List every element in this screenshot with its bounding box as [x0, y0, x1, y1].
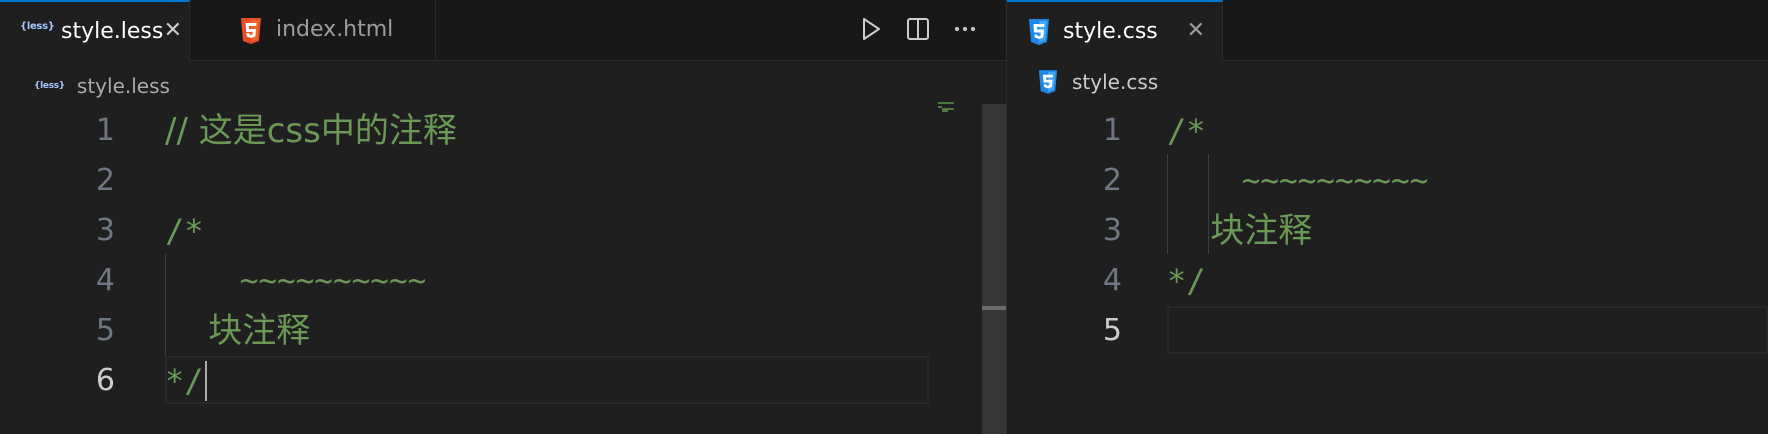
code-line: 3 /*: [0, 206, 1006, 256]
run-icon[interactable]: [856, 14, 886, 44]
minimap[interactable]: [938, 102, 956, 114]
tab-label: style.less: [61, 19, 164, 44]
code-line: 6 */: [0, 356, 1006, 406]
code-line: 2 ~~~~~~~~~~: [1007, 156, 1768, 206]
code-editor[interactable]: 1 // 这是css中的注释 2 3 /* 4 ~~~~~~~~~~ 5 块注释…: [0, 104, 1006, 434]
breadcrumb-item-file[interactable]: style.css: [1038, 70, 1158, 94]
code-line: 3 块注释: [1007, 206, 1768, 256]
code-text: /*: [165, 212, 204, 250]
left-editor-group: {less} style.less ✕ index.html {less} st…: [0, 0, 1006, 434]
code-text: */: [1167, 262, 1206, 300]
code-line: 4 */: [1007, 256, 1768, 306]
tab-index-html[interactable]: index.html: [216, 0, 436, 61]
tab-label: index.html: [276, 17, 394, 42]
code-line: 4 ~~~~~~~~~~: [0, 256, 1006, 306]
css3-icon: [1029, 19, 1049, 45]
code-line: 1 // 这是css中的注释: [0, 106, 1006, 156]
breadcrumb-item-file[interactable]: {less} style.less: [34, 74, 170, 98]
line-number: 1: [95, 113, 115, 148]
editor-actions: [850, 0, 1000, 61]
line-number: 3: [95, 213, 115, 248]
tab-style-css[interactable]: style.css ✕: [1007, 0, 1223, 62]
code-text: ~~~~~~~~~~: [1167, 163, 1429, 199]
indent-guide: [1208, 154, 1209, 254]
breadcrumb-label: style.less: [76, 74, 170, 98]
code-text: 块注释: [165, 311, 311, 351]
code-text: ~~~~~~~~~~: [165, 263, 427, 299]
text-cursor: [205, 361, 207, 401]
code-line: 5 块注释: [0, 306, 1006, 356]
css3-icon: [1038, 70, 1058, 94]
scrollbar-thumb[interactable]: [982, 104, 1006, 434]
line-number: 5: [95, 313, 115, 348]
code-editor[interactable]: 1 /* 2 ~~~~~~~~~~ 3 块注释 4 */ 5: [1007, 104, 1768, 434]
line-number: 3: [1102, 213, 1122, 248]
code-text: 块注释: [1167, 211, 1313, 251]
code-line: 1 /*: [1007, 106, 1768, 156]
tab-label: style.css: [1063, 19, 1158, 44]
scrollbar-cursor-marker: [982, 306, 1006, 310]
code-text: */: [165, 362, 204, 400]
right-editor-group: style.css ✕ style.css 1 /* 2 ~~~~~~~~~~ …: [1007, 0, 1768, 434]
line-number: 4: [95, 263, 115, 298]
code-line: 5: [1007, 306, 1768, 356]
indent-guide: [1167, 154, 1168, 254]
code-text: /*: [1167, 112, 1206, 150]
line-number: 1: [1102, 113, 1122, 148]
less-icon: {less}: [20, 21, 55, 32]
breadcrumb-label: style.css: [1072, 70, 1159, 94]
line-number: 4: [1102, 263, 1122, 298]
more-actions-icon[interactable]: [950, 14, 980, 44]
code-text: // 这是css中的注释: [165, 111, 457, 151]
left-tab-bar: {less} style.less ✕ index.html: [0, 0, 1006, 62]
line-number: 6: [95, 363, 115, 398]
right-tab-bar: style.css ✕: [1007, 0, 1768, 62]
less-icon: {less}: [34, 81, 65, 91]
close-icon[interactable]: ✕: [1187, 20, 1205, 42]
tab-style-less[interactable]: {less} style.less ✕: [0, 0, 190, 62]
html5-icon: [241, 18, 261, 44]
breadcrumb: style.css: [1007, 62, 1768, 104]
line-number: 5: [1102, 313, 1122, 348]
line-number: 2: [95, 163, 115, 198]
close-icon[interactable]: ✕: [164, 20, 182, 42]
breadcrumb: {less} style.less: [0, 62, 1006, 104]
indent-guide: [165, 254, 166, 356]
line-number: 2: [1102, 163, 1122, 198]
split-editor-icon[interactable]: [903, 14, 933, 44]
code-line: 2: [0, 156, 1006, 206]
